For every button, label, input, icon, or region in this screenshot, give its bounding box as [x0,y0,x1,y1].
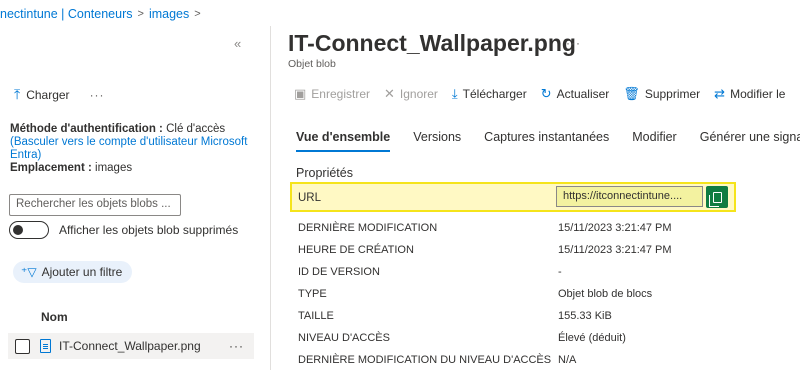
property-key: HEURE DE CRÉATION [298,244,414,256]
property-row: NIVEAU D'ACCÈS Élevé (déduit) [298,332,758,352]
more-actions-icon[interactable]: ··· [90,88,105,102]
property-row: HEURE DE CRÉATION 15/11/2023 3:21:47 PM [298,244,758,264]
property-value: Objet blob de blocs [558,288,653,300]
property-value: Élevé (déduit) [558,332,626,344]
delete-icon: 🗑 [623,86,640,101]
add-filter-button[interactable]: ⁺▽ Ajouter un filtre [13,261,133,283]
url-field[interactable]: https://itconnectintune.... [556,186,703,207]
property-key: TYPE [298,288,327,300]
collapse-panel-icon[interactable]: « [234,36,241,51]
switch-auth-link[interactable]: (Basculer vers le compte d'utilisateur M… [10,136,247,161]
property-key: ID DE VERSION [298,266,380,278]
copy-icon [708,191,722,207]
tab-overview[interactable]: Vue d'ensemble [296,130,391,152]
tab-generate-sas[interactable]: Générer une signatu [700,130,800,152]
download-button[interactable]: ⤓ Télécharger [452,86,527,102]
list-item[interactable]: IT-Connect_Wallpaper.png ··· [8,333,254,359]
breadcrumb-separator: > [194,8,201,20]
download-icon: ⤓ [451,86,458,101]
property-key: DERNIÈRE MODIFICATION [298,222,438,234]
location-value: images [95,162,133,174]
swap-icon: ⇄ [714,86,726,101]
breadcrumb-separator: > [137,8,144,20]
location-label: Emplacement : [10,162,92,174]
blob-name[interactable]: IT-Connect_Wallpaper.png [59,339,201,353]
auth-method-label: Méthode d'authentification : [10,123,163,135]
property-value: 15/11/2023 3:21:47 PM [558,222,672,234]
row-checkbox[interactable] [15,338,30,354]
property-row: ID DE VERSION - [298,266,758,286]
blob-list-panel: « ⤒ Charger ··· Méthode d'authentificati… [0,28,262,370]
show-deleted-label: Afficher les objets blob supprimés [59,223,239,237]
upload-icon: ⤒ [14,86,21,102]
upload-button[interactable]: Charger [26,88,69,102]
row-more-icon[interactable]: ··· [229,339,244,353]
panel-divider [270,26,271,370]
upload-toolbar: ⤒ Charger ··· [14,86,105,103]
property-row: DERNIÈRE MODIFICATION DU NIVEAU D'ACCÈS … [298,354,758,370]
page-subtitle: Objet blob [288,58,336,70]
title-more-icon[interactable]: ··· [566,36,581,50]
property-value: 15/11/2023 3:21:47 PM [558,244,672,256]
property-row: TAILLE 155.33 KiB [298,310,758,330]
property-value: - [558,266,562,278]
property-key: NIVEAU D'ACCÈS [298,332,390,344]
save-icon: ▣ [294,86,307,101]
search-blobs-input[interactable]: Rechercher les objets blobs ... [9,194,181,216]
breadcrumb-containers[interactable]: nectintune | Conteneurs [0,7,133,21]
add-filter-label: Ajouter un filtre [41,265,123,279]
page-title: IT-Connect_Wallpaper.png [288,30,576,56]
breadcrumb: nectintune | Conteneurs > images > [0,4,206,24]
tab-edit[interactable]: Modifier [632,130,676,152]
property-key: DERNIÈRE MODIFICATION DU NIVEAU D'ACCÈS [298,354,552,366]
property-value: 155.33 KiB [558,310,612,322]
refresh-icon: ↻ [540,86,552,101]
auth-info: Méthode d'authentification : Clé d'accès… [10,123,258,175]
refresh-button[interactable]: ↻ Actualiser [541,86,610,102]
delete-button[interactable]: 🗑 Supprimer [623,86,700,102]
ignore-button[interactable]: ✕ Ignorer [384,86,438,102]
tab-bar: Vue d'ensemble Versions Captures instant… [296,130,800,152]
copy-url-button[interactable] [706,186,728,208]
save-button[interactable]: ▣ Enregistrer [294,86,370,102]
url-label: URL [298,192,322,204]
modify-tier-button[interactable]: ⇄ Modifier le [714,86,785,102]
tab-snapshots[interactable]: Captures instantanées [484,130,609,152]
close-icon: ✕ [383,86,395,101]
command-bar: ▣ Enregistrer ✕ Ignorer ⤓ Télécharger ↻ … [294,86,799,102]
properties-heading: Propriétés [296,166,353,180]
column-header-name[interactable]: Nom [41,310,68,324]
filter-add-icon: ⁺▽ [21,265,37,279]
tab-versions[interactable]: Versions [413,130,461,152]
show-deleted-row: Afficher les objets blob supprimés [9,221,238,239]
breadcrumb-images[interactable]: images [149,7,189,21]
show-deleted-toggle[interactable] [9,221,49,239]
file-icon [40,339,51,353]
auth-method-value: Clé d'accès [166,123,226,135]
property-key: TAILLE [298,310,334,322]
property-value: N/A [558,354,577,366]
property-row: DERNIÈRE MODIFICATION 15/11/2023 3:21:47… [298,222,758,242]
property-row: TYPE Objet blob de blocs [298,288,758,308]
